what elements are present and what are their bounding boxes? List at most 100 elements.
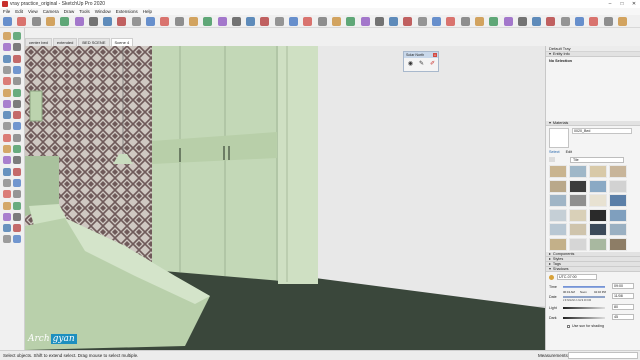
right-icon[interactable] — [289, 17, 298, 26]
menu-edit[interactable]: Edit — [15, 9, 23, 14]
axes-tool-icon[interactable] — [3, 156, 11, 165]
followme-tool-icon[interactable] — [13, 111, 21, 120]
use-sun-checkbox[interactable] — [567, 325, 570, 328]
extension-tool-icon[interactable] — [3, 235, 11, 244]
model-viewport[interactable]: Arch gyan — [25, 46, 545, 350]
menu-view[interactable]: View — [28, 9, 38, 14]
light-field[interactable]: 80 — [612, 304, 634, 310]
text-icon[interactable] — [131, 17, 141, 26]
3dtext-tool-icon[interactable] — [13, 156, 21, 165]
material-swatch[interactable] — [609, 208, 627, 222]
previous-view-icon[interactable] — [13, 190, 21, 199]
polygon-tool-icon[interactable] — [13, 77, 21, 86]
rectangle-tool-icon[interactable] — [3, 65, 11, 74]
material-swatch[interactable] — [609, 194, 627, 207]
walk-tool-icon[interactable] — [13, 201, 21, 210]
material-swatch[interactable] — [549, 179, 567, 193]
menu-draw[interactable]: Draw — [64, 9, 75, 14]
extension-icon[interactable] — [217, 17, 227, 26]
shadow-icon[interactable] — [446, 17, 456, 26]
dimension-tool-icon[interactable] — [13, 133, 21, 142]
vray-ipr-icon[interactable] — [617, 17, 627, 26]
scene-tab-scene-4[interactable]: Scene 4 — [110, 38, 134, 46]
material-swatch[interactable] — [609, 165, 627, 178]
material-swatch[interactable] — [589, 194, 607, 207]
freehand-tool-icon[interactable] — [13, 54, 21, 63]
back-icon[interactable] — [303, 17, 313, 26]
material-swatch[interactable] — [549, 223, 567, 236]
front-icon[interactable] — [274, 17, 284, 26]
warehouse-icon[interactable] — [203, 17, 213, 26]
pan-icon[interactable] — [160, 17, 170, 26]
paint-icon[interactable] — [17, 17, 27, 26]
vray-light-icon[interactable] — [503, 17, 513, 26]
arc-tool-icon[interactable] — [3, 88, 11, 97]
vray-sphere-icon[interactable] — [517, 17, 527, 26]
orbit-tool-icon[interactable] — [3, 167, 11, 176]
enter-north-angle-icon[interactable]: ✐ — [429, 61, 436, 68]
set-north-icon[interactable]: ✎ — [418, 61, 425, 68]
vray-fur-icon[interactable] — [546, 17, 556, 26]
eraser-tool-icon[interactable] — [13, 43, 21, 52]
material-swatch[interactable] — [549, 165, 567, 178]
section-icon[interactable] — [432, 17, 441, 26]
zoom-extents-tool-icon[interactable] — [3, 190, 11, 199]
component-tool-icon[interactable] — [13, 32, 21, 40]
material-swatch[interactable] — [549, 208, 567, 222]
menu-file[interactable]: File — [3, 9, 10, 14]
material-library-select[interactable]: Tile — [570, 157, 624, 163]
solar-north-close-button[interactable]: x — [433, 53, 437, 57]
material-swatch[interactable] — [569, 179, 587, 193]
menu-window[interactable]: Window — [95, 9, 111, 14]
time-slider[interactable] — [563, 286, 605, 288]
bottom-icon[interactable] — [331, 17, 341, 26]
select-tool-icon[interactable] — [3, 32, 11, 40]
menu-tools[interactable]: Tools — [79, 9, 90, 14]
ruby-console-icon[interactable] — [13, 235, 21, 244]
north-arrow-icon[interactable]: ◉ — [407, 61, 414, 68]
zoom-extents-icon[interactable] — [188, 17, 198, 26]
material-swatch[interactable] — [589, 179, 607, 193]
eraser-icon[interactable] — [31, 17, 41, 26]
pushpull-tool-icon[interactable] — [13, 99, 21, 108]
material-swatch[interactable] — [549, 237, 567, 251]
sandbox-icon[interactable] — [3, 224, 11, 233]
rotated-rect-icon[interactable] — [13, 65, 21, 74]
entity-info-header[interactable]: ▾ Entity Info — [546, 52, 640, 57]
layout-icon[interactable] — [231, 17, 241, 26]
line-icon[interactable] — [45, 17, 55, 26]
warehouse-tool-icon[interactable] — [13, 224, 21, 233]
material-name-field[interactable]: 0020_Bed — [572, 128, 632, 134]
material-swatch[interactable] — [609, 223, 627, 236]
orbit-icon[interactable] — [146, 17, 155, 26]
date-field[interactable]: 11/08 — [612, 293, 634, 299]
offset-icon[interactable] — [103, 17, 113, 26]
material-swatch[interactable] — [569, 194, 587, 207]
vray-proxy-icon[interactable] — [575, 17, 584, 26]
measurements-input[interactable] — [568, 352, 638, 359]
iso-icon[interactable] — [246, 17, 256, 26]
text-tool-icon[interactable] — [13, 145, 21, 153]
close-window-button[interactable]: ✕ — [628, 0, 640, 8]
materials-home-icon[interactable] — [549, 157, 555, 162]
scale-tool-icon[interactable] — [3, 122, 11, 131]
material-swatch[interactable] — [569, 223, 587, 236]
circle-tool-icon[interactable] — [3, 77, 11, 86]
maximize-button[interactable]: □ — [616, 0, 628, 8]
material-swatch[interactable] — [589, 208, 607, 222]
pan-tool-icon[interactable] — [13, 167, 21, 176]
scene-tab-extended[interactable]: extended — [52, 38, 78, 46]
vray-clipper-icon[interactable] — [589, 17, 599, 26]
zoom-window-icon[interactable] — [13, 178, 21, 187]
line-tool-icon[interactable] — [3, 54, 11, 63]
fog-icon[interactable] — [460, 17, 470, 26]
shadow-toggle-icon[interactable] — [549, 275, 554, 280]
vray-asset-icon[interactable] — [489, 17, 499, 26]
position-camera-icon[interactable] — [3, 201, 11, 210]
move-icon[interactable] — [60, 17, 70, 26]
scene-tab-bed-scene[interactable]: BED SCENE — [78, 38, 110, 46]
zoom-icon[interactable] — [174, 17, 184, 26]
material-swatch[interactable] — [569, 165, 587, 178]
menu-help[interactable]: Help — [143, 9, 152, 14]
vray-frame-icon[interactable] — [603, 17, 613, 26]
